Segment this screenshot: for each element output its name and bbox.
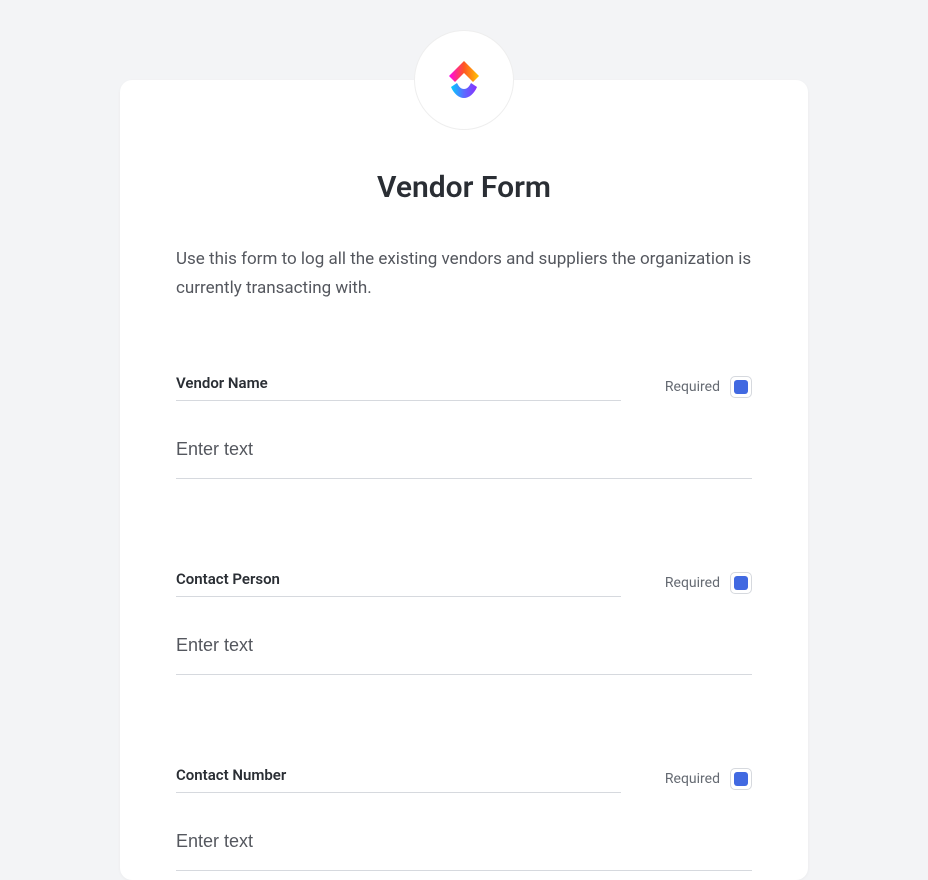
- contact-number-input[interactable]: [176, 813, 752, 871]
- logo-circle: [414, 30, 514, 130]
- field-label: Vendor Name: [176, 374, 268, 392]
- field-label-wrap[interactable]: Contact Person: [176, 569, 621, 597]
- required-wrap: Required: [665, 768, 752, 790]
- required-text: Required: [665, 771, 720, 787]
- required-toggle-on-icon: [734, 380, 748, 394]
- form-card: Vendor Form Use this form to log all the…: [120, 80, 808, 880]
- required-text: Required: [665, 575, 720, 591]
- required-toggle[interactable]: [730, 572, 752, 594]
- form-title: Vendor Form: [176, 170, 752, 205]
- field-contact-number: Contact Number Required: [176, 765, 752, 871]
- field-contact-person: Contact Person Required: [176, 569, 752, 675]
- vendor-name-input[interactable]: [176, 421, 752, 479]
- contact-person-input[interactable]: [176, 617, 752, 675]
- field-label: Contact Number: [176, 766, 286, 784]
- field-label: Contact Person: [176, 570, 280, 588]
- required-toggle[interactable]: [730, 768, 752, 790]
- form-description: Use this form to log all the existing ve…: [176, 245, 752, 303]
- field-vendor-name: Vendor Name Required: [176, 373, 752, 479]
- required-text: Required: [665, 379, 720, 395]
- required-wrap: Required: [665, 376, 752, 398]
- clickup-logo-icon: [439, 55, 489, 105]
- field-header: Contact Person Required: [176, 569, 752, 597]
- field-label-wrap[interactable]: Vendor Name: [176, 373, 621, 401]
- required-wrap: Required: [665, 572, 752, 594]
- field-header: Vendor Name Required: [176, 373, 752, 401]
- required-toggle-on-icon: [734, 576, 748, 590]
- required-toggle-on-icon: [734, 772, 748, 786]
- field-label-wrap[interactable]: Contact Number: [176, 765, 621, 793]
- required-toggle[interactable]: [730, 376, 752, 398]
- field-header: Contact Number Required: [176, 765, 752, 793]
